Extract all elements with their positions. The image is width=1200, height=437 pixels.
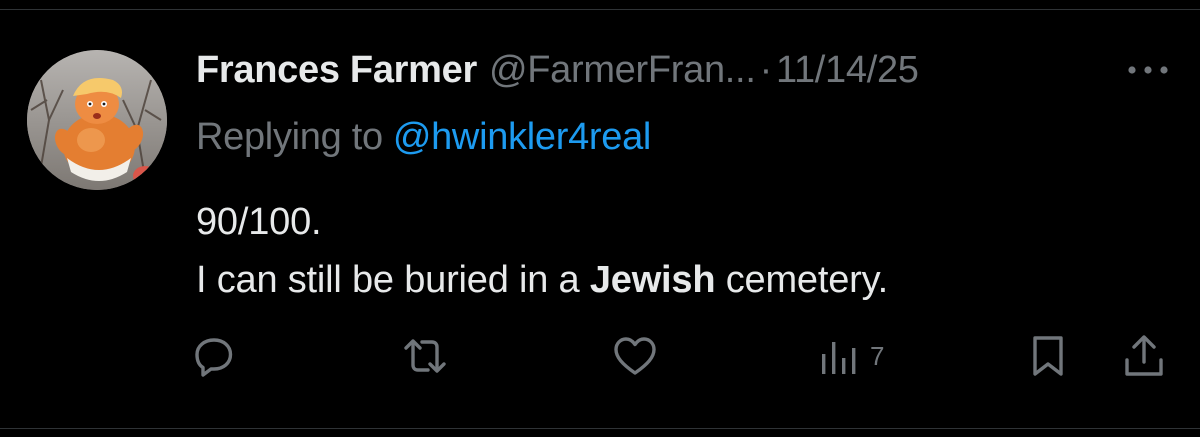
display-name[interactable]: Frances Farmer [196,49,477,92]
bookmark-button[interactable] [1030,334,1066,378]
header-separator: · [759,48,773,91]
bookmark-icon [1033,336,1063,376]
share-button[interactable] [1122,334,1166,378]
share-upload-icon [1125,335,1163,376]
reply-button[interactable] [192,334,236,378]
retweet-arrows-icon [404,339,446,373]
replying-to-label: Replying to [196,115,383,158]
bar-chart-icon [822,342,856,374]
tweet-text: 90/100. I can still be buried in a Jewis… [196,193,888,309]
more-horizontal-icon [1128,66,1168,74]
reply-target-link[interactable]: @hwinkler4real [393,116,652,159]
tweet-text-line-2-end: cemetery. [715,259,888,301]
tweet-text-line-2-start: I can still be buried in a [196,259,590,301]
tweet[interactable]: Frances Farmer @FarmerFran... · 11/14/25… [0,0,1200,437]
views-button[interactable]: 7 [820,334,884,378]
tweet-header: Frances Farmer @FarmerFran... · 11/14/25 [196,44,919,96]
views-count: 7 [870,340,885,371]
more-options-button[interactable] [1123,55,1173,85]
speech-bubble-icon [195,338,233,377]
tweet-text-line-2: I can still be buried in a Jewish cemete… [196,251,888,309]
tweet-text-line-1: 90/100. [196,201,322,243]
post-date[interactable]: 11/14/25 [776,49,919,92]
replying-to: Replying to @hwinkler4real [196,112,651,162]
retweet-button[interactable] [402,334,448,378]
avatar[interactable] [27,50,167,190]
tweet-text-bold-word: Jewish [589,259,716,301]
user-handle[interactable]: @FarmerFran... [489,49,756,92]
heart-icon [614,337,656,375]
like-button[interactable] [612,334,658,378]
bottom-divider [0,428,1200,429]
